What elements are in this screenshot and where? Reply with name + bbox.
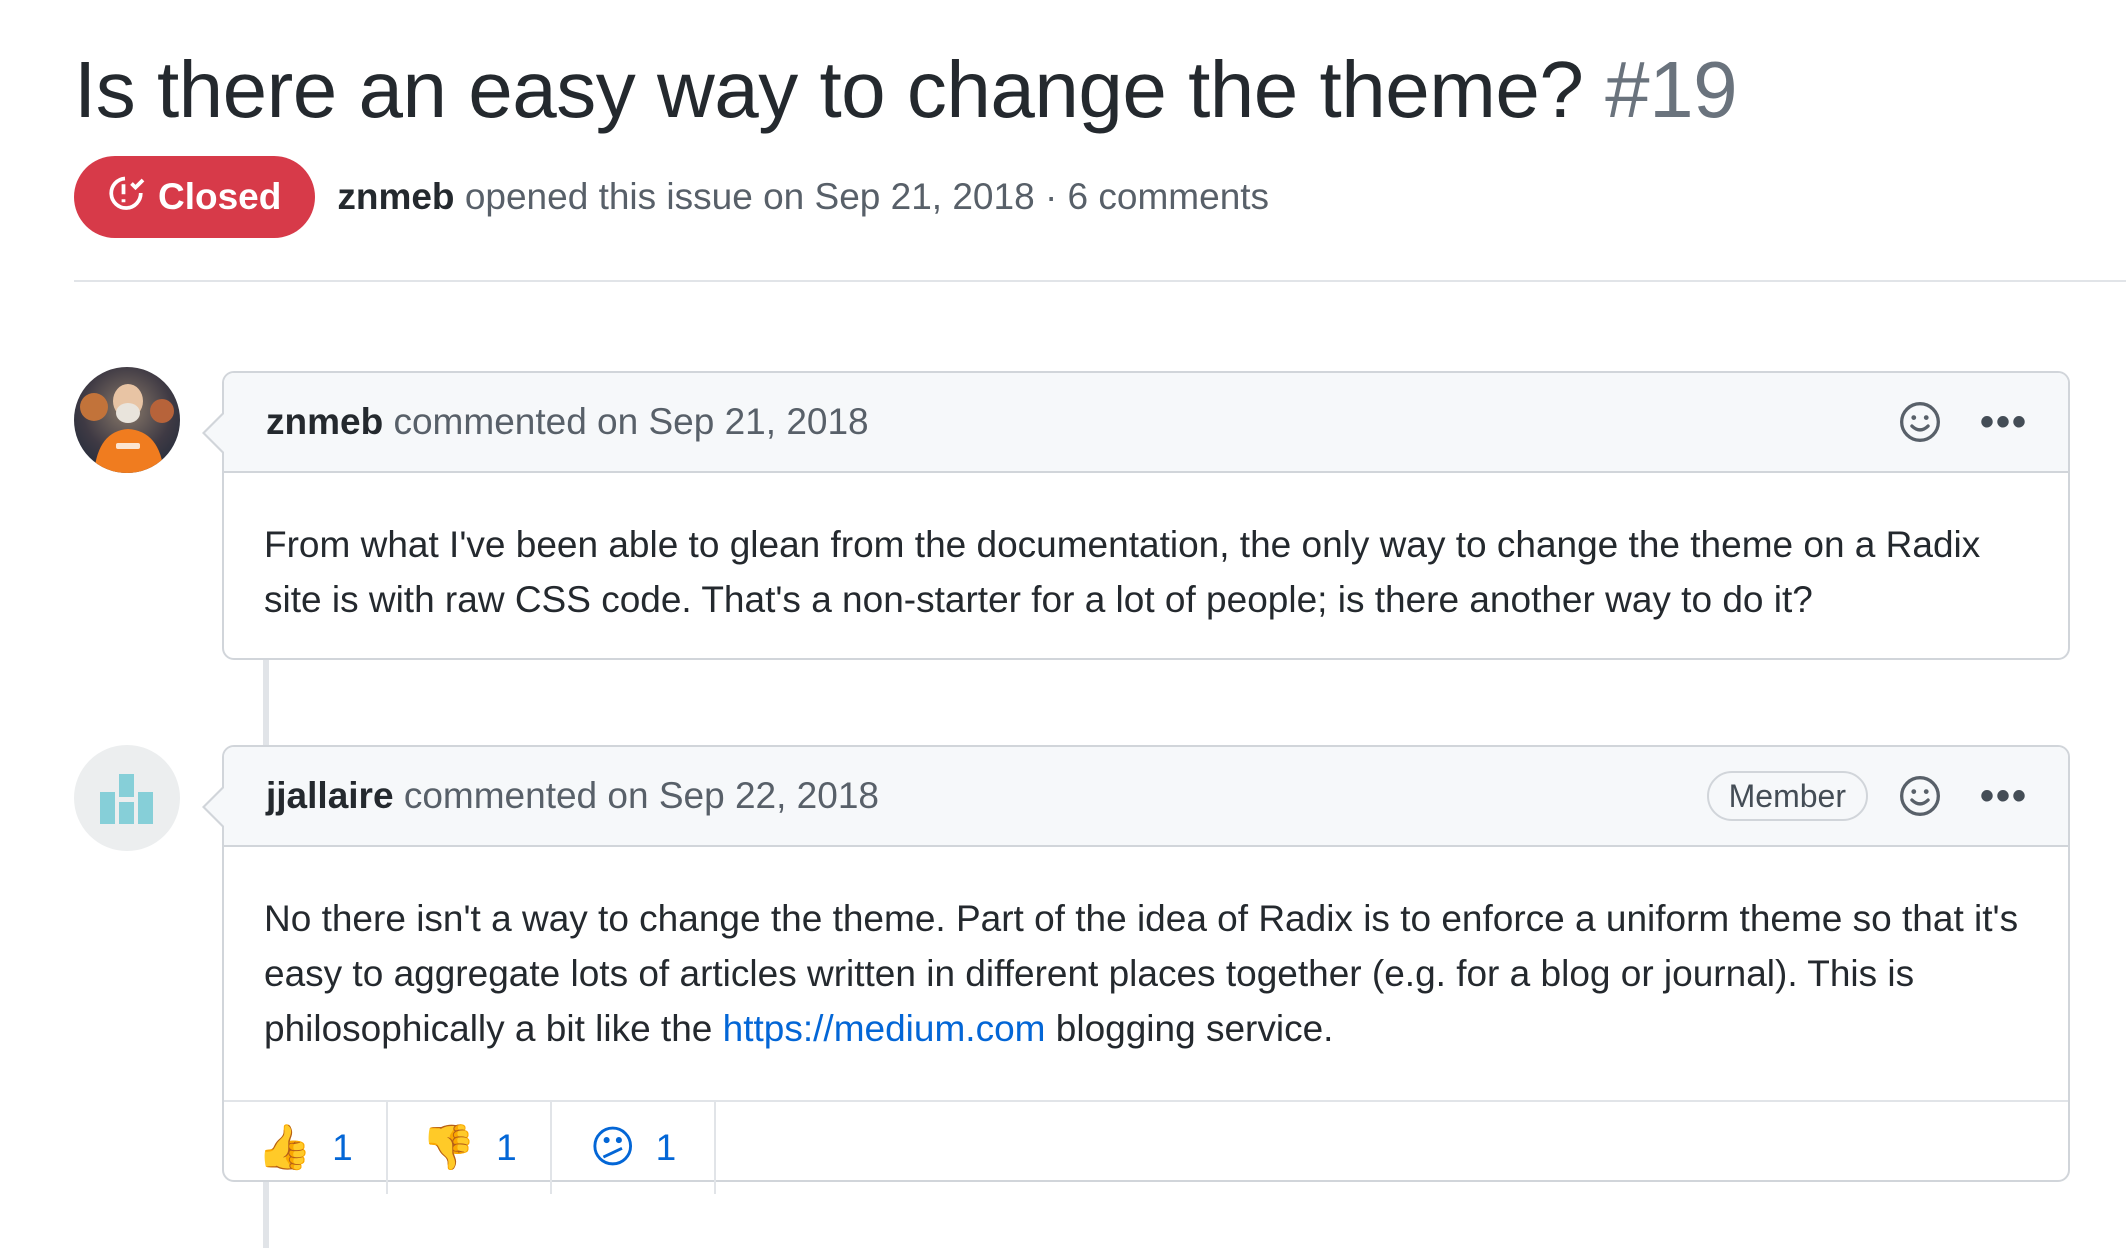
kebab-horizontal-icon[interactable]: ••• xyxy=(1980,776,2028,816)
comment-body: From what I've been able to glean from t… xyxy=(264,524,1981,620)
reaction-thumbs-down-button[interactable]: 👎 1 xyxy=(388,1102,552,1194)
comment-author-link[interactable]: znmeb xyxy=(266,401,383,442)
medium-link[interactable]: https://medium.com xyxy=(723,1008,1046,1049)
comment-body: No there isn't a way to change the theme… xyxy=(224,847,2068,1100)
timeline-connector xyxy=(263,660,269,745)
reaction-thumbs-up-button[interactable]: 👍 1 xyxy=(224,1102,388,1194)
thumbs-up-icon: 👍 xyxy=(257,1123,313,1172)
issue-opened-text: opened this issue on Sep 21, 2018 · 6 co… xyxy=(464,176,1270,217)
comment-actions: Member ••• xyxy=(1706,771,2028,821)
kebab-horizontal-icon[interactable]: ••• xyxy=(1980,402,2028,442)
comment-actions: ••• xyxy=(1898,400,2028,444)
comment-header: jjallaire commented on Sep 22, 2018 Memb… xyxy=(224,747,2068,847)
comment-byline: znmeb commented on Sep 21, 2018 xyxy=(266,401,869,443)
comment-byline: jjallaire commented on Sep 22, 2018 xyxy=(266,775,879,817)
reaction-count: 1 xyxy=(655,1127,677,1168)
issue-state-badge: Closed xyxy=(74,156,316,238)
confused-face-icon: 😕 xyxy=(589,1123,636,1172)
issue-author-link[interactable]: znmeb xyxy=(337,176,454,217)
reaction-confused-button[interactable]: 😕 1 xyxy=(552,1102,716,1194)
reaction-count: 1 xyxy=(332,1127,353,1168)
member-badge: Member xyxy=(1706,771,1868,821)
comment-author-link[interactable]: jjallaire xyxy=(266,775,394,816)
reaction-count: 1 xyxy=(496,1127,517,1168)
comment-text: blogging service. xyxy=(1045,1008,1334,1049)
comment-timestamp-link[interactable]: commented on Sep 21, 2018 xyxy=(393,401,868,442)
issue-state-label: Closed xyxy=(158,176,282,217)
avatar-jjallaire[interactable] xyxy=(74,745,180,851)
issue-title-row: Is there an easy way to change the theme… xyxy=(74,40,1738,140)
issue-number: #19 xyxy=(1605,45,1738,134)
issue-meta: Closed znmeb opened this issue on Sep 21… xyxy=(74,156,1269,238)
add-reaction-smiley-icon[interactable] xyxy=(1898,774,1942,818)
issue-closed-icon xyxy=(106,173,146,222)
avatar-znmeb[interactable] xyxy=(74,367,180,473)
header-divider xyxy=(74,280,2126,282)
issue-opened-info: znmeb opened this issue on Sep 21, 2018 … xyxy=(337,176,1269,218)
comment-header: znmeb commented on Sep 21, 2018 ••• xyxy=(224,373,2068,473)
comment-card: jjallaire commented on Sep 22, 2018 Memb… xyxy=(202,745,2070,1194)
thumbs-down-icon: 👎 xyxy=(421,1123,477,1172)
issue-title: Is there an easy way to change the theme… xyxy=(74,45,1584,134)
comment-timestamp-link[interactable]: commented on Sep 22, 2018 xyxy=(404,775,879,816)
add-reaction-smiley-icon[interactable] xyxy=(1898,400,1942,444)
comment-card: znmeb commented on Sep 21, 2018 ••• From… xyxy=(202,371,2070,660)
reactions-bar: 👍 1 👎 1 😕 1 xyxy=(224,1100,2068,1194)
